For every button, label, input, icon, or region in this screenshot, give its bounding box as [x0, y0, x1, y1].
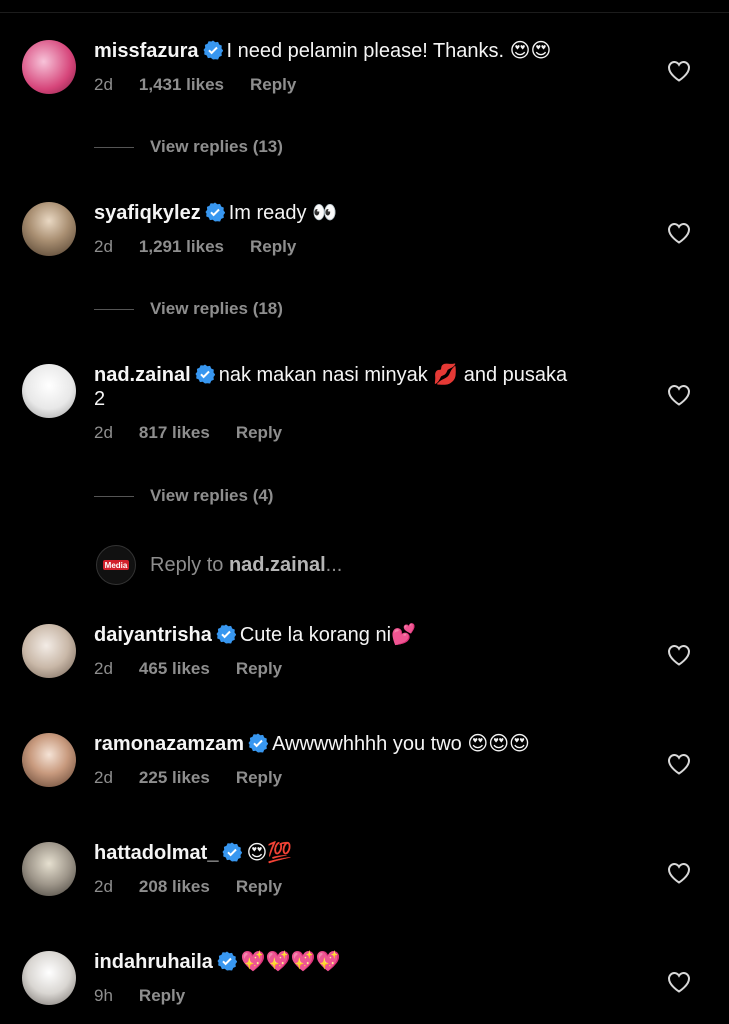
- comment-text: Cute la korang ni💕: [239, 624, 416, 646]
- reply-to-input[interactable]: Reply to nad.zainal...: [150, 554, 342, 577]
- reply-to-user: nad.zainal: [228, 554, 326, 576]
- reply-button[interactable]: Reply: [236, 659, 282, 678]
- comment-meta: 9h Reply: [94, 986, 634, 1006]
- own-avatar: Media: [96, 545, 136, 585]
- reply-line: [94, 146, 134, 148]
- verified-badge-icon: [216, 624, 236, 644]
- view-replies-button[interactable]: View replies (13): [94, 137, 283, 157]
- verified-badge-icon: [248, 733, 269, 753]
- reply-button[interactable]: Reply: [250, 75, 296, 94]
- comment-text-continued: 2: [94, 388, 106, 410]
- comment-meta: 2d 225 likes Reply: [94, 768, 634, 788]
- view-replies-button[interactable]: View replies (4): [94, 486, 273, 506]
- comment-text: 😍💯: [246, 842, 293, 864]
- reply-line: [94, 495, 134, 497]
- likes-count[interactable]: 208 likes: [139, 877, 210, 896]
- likes-count[interactable]: 817 likes: [139, 423, 210, 442]
- avatar[interactable]: [22, 733, 76, 787]
- top-divider: [0, 12, 729, 13]
- comment-meta: 2d 817 likes Reply: [94, 423, 634, 443]
- likes-count[interactable]: 225 likes: [139, 768, 210, 787]
- reply-button[interactable]: Reply: [139, 986, 185, 1005]
- view-replies-label[interactable]: View replies (4): [150, 486, 273, 505]
- avatar[interactable]: [22, 202, 76, 256]
- like-heart-icon[interactable]: [667, 60, 691, 82]
- reply-line: [94, 308, 134, 310]
- reply-button[interactable]: Reply: [250, 237, 296, 256]
- comment-username[interactable]: daiyantrisha: [94, 624, 212, 646]
- comment-time: 2d: [94, 768, 113, 787]
- view-replies-label[interactable]: View replies (13): [150, 137, 283, 156]
- comment-text: I need pelamin please! Thanks. 😍😍: [226, 40, 552, 62]
- comment-username[interactable]: syafiqkylez: [94, 202, 201, 224]
- like-heart-icon[interactable]: [667, 644, 691, 666]
- view-replies-button[interactable]: View replies (18): [94, 299, 283, 319]
- reply-to-suffix: ...: [325, 554, 343, 576]
- comment-meta: 2d 208 likes Reply: [94, 877, 634, 897]
- comment-time: 2d: [94, 877, 113, 896]
- reply-to-prefix: Reply to: [150, 554, 229, 576]
- comment-text: 💖💖💖💖: [240, 951, 341, 973]
- comment-time: 2d: [94, 237, 113, 256]
- comment-time: 9h: [94, 986, 113, 1005]
- avatar[interactable]: [22, 40, 76, 94]
- comment-username[interactable]: nad.zainal: [94, 364, 191, 386]
- comment-username[interactable]: missfazura: [94, 40, 199, 62]
- like-heart-icon[interactable]: [667, 222, 691, 244]
- like-heart-icon[interactable]: [667, 971, 691, 993]
- avatar[interactable]: [22, 364, 76, 418]
- likes-count[interactable]: 1,291 likes: [139, 237, 224, 256]
- comment-time: 2d: [94, 659, 113, 678]
- view-replies-label[interactable]: View replies (18): [150, 299, 283, 318]
- comment-username[interactable]: hattadolmat_: [94, 842, 218, 864]
- comment-time: 2d: [94, 75, 113, 94]
- verified-badge-icon: [205, 202, 225, 222]
- verified-badge-icon: [217, 951, 237, 971]
- like-heart-icon[interactable]: [667, 862, 691, 884]
- like-heart-icon[interactable]: [667, 384, 691, 406]
- reply-button[interactable]: Reply: [236, 423, 282, 442]
- comment-username[interactable]: indahruhaila: [94, 951, 213, 973]
- reply-button[interactable]: Reply: [236, 877, 282, 896]
- avatar[interactable]: [22, 624, 76, 678]
- comment-meta: 2d 1,431 likes Reply: [94, 75, 634, 95]
- like-heart-icon[interactable]: [667, 753, 691, 775]
- comment-text: nak makan nasi minyak 💋 and pusaka: [218, 364, 568, 386]
- reply-button[interactable]: Reply: [236, 768, 282, 787]
- comment-username[interactable]: ramonazamzam: [94, 733, 244, 755]
- avatar[interactable]: [22, 951, 76, 1005]
- comment-meta: 2d 1,291 likes Reply: [94, 237, 634, 257]
- avatar[interactable]: [22, 842, 76, 896]
- comment-time: 2d: [94, 423, 113, 442]
- verified-badge-icon: [222, 842, 243, 862]
- comment-text: Im ready 👀: [228, 202, 337, 224]
- comment-text: Awwwwhhhh you two 😍😍😍: [272, 733, 530, 755]
- comment-meta: 2d 465 likes Reply: [94, 659, 634, 679]
- likes-count[interactable]: 465 likes: [139, 659, 210, 678]
- likes-count[interactable]: 1,431 likes: [139, 75, 224, 94]
- verified-badge-icon: [195, 364, 215, 384]
- verified-badge-icon: [203, 40, 223, 60]
- media-logo-icon: Media: [98, 547, 134, 583]
- svg-text:Media: Media: [105, 561, 128, 570]
